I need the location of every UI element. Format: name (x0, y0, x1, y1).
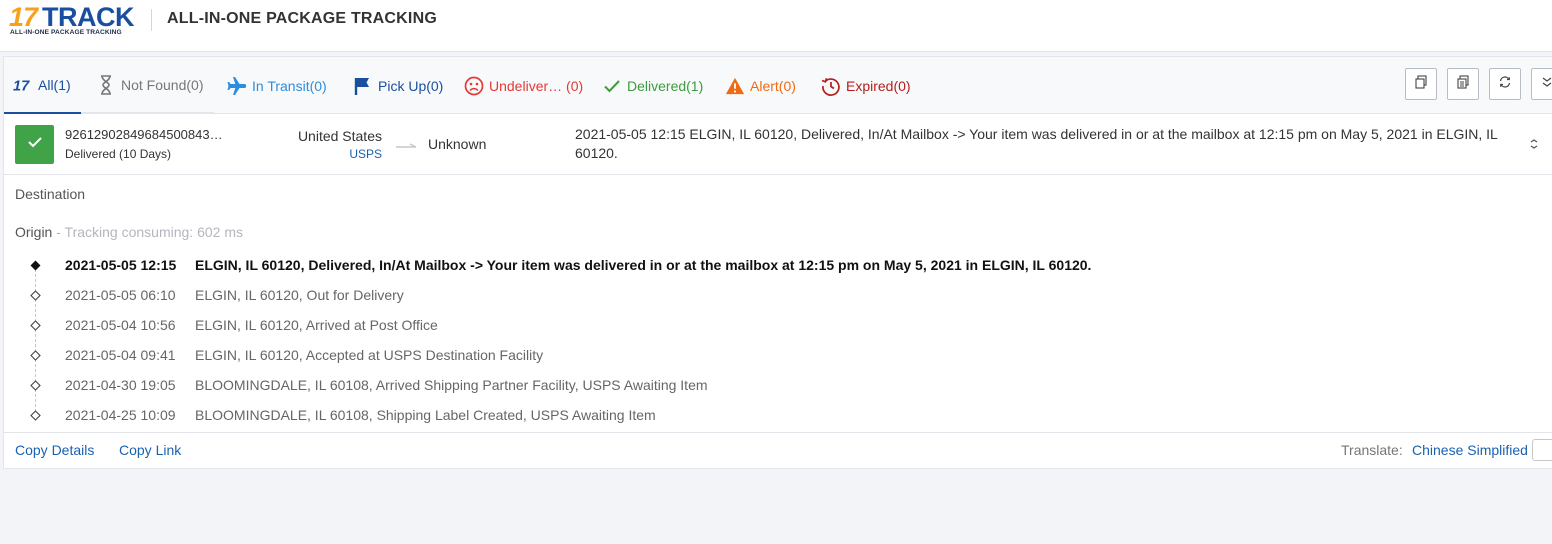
translate-language-select[interactable]: Chinese Simplified (1412, 442, 1528, 458)
tab-in-transit-label: In Transit(0) (252, 77, 327, 94)
tab-delivered-label: Delivered(1) (627, 77, 704, 94)
tab-undelivered-label: Undeliver… (0) (489, 77, 584, 94)
logo-tagline: ALL-IN-ONE PACKAGE TRACKING (10, 29, 122, 36)
app-header: 17 TRACK ALL-IN-ONE PACKAGE TRACKING ALL… (0, 0, 1552, 52)
tab-alert[interactable]: Alert(0) (725, 57, 796, 114)
hollow-diamond-icon (30, 408, 41, 421)
warning-triangle-icon (725, 76, 745, 96)
copy-all-button[interactable] (1447, 68, 1479, 100)
destination-label: Destination (15, 186, 86, 202)
tab-pick-up-label: Pick Up(0) (378, 77, 444, 94)
svg-text:17: 17 (13, 78, 30, 94)
event-description: ELGIN, IL 60120, Accepted at USPS Destin… (195, 347, 544, 363)
route-arrow-icon (396, 138, 418, 156)
translate-toggle[interactable] (1532, 439, 1552, 461)
header-divider (151, 9, 152, 31)
hollow-diamond-icon (30, 378, 41, 391)
collapse-all-button[interactable] (1531, 68, 1552, 100)
translate-label: Translate: (1341, 442, 1403, 458)
tab-alert-label: Alert(0) (750, 77, 796, 94)
tab-all-label: All(1) (38, 76, 71, 93)
copy-all-icon (1456, 74, 1470, 94)
latest-event: 2021-05-05 12:15 ELGIN, IL 60120, Delive… (575, 126, 1498, 161)
copy-details-link[interactable]: Copy Details (15, 442, 94, 458)
hourglass-icon (96, 74, 116, 95)
history-clock-icon (821, 76, 841, 96)
origin-label: Origin (15, 224, 53, 240)
tab-expired[interactable]: Expired(0) (821, 57, 911, 114)
sad-face-icon (464, 76, 484, 96)
copy-link-link[interactable]: Copy Link (119, 442, 181, 458)
airplane-icon (227, 76, 247, 96)
17-logo-icon: 17 (13, 75, 33, 95)
event-description: ELGIN, IL 60120, Arrived at Post Office (195, 317, 438, 333)
tracking-panel: 17 All(1) Not Found(0) In Transit(0) Pic… (3, 56, 1552, 469)
event-time: 2021-05-04 09:41 (65, 347, 176, 363)
chevron-up-icon (1528, 136, 1540, 153)
tracking-number[interactable]: 92612902849684500843… (65, 127, 223, 142)
carrier-link[interactable]: USPS (264, 147, 382, 161)
delivered-status-badge (15, 125, 54, 164)
event-description: BLOOMINGDALE, IL 60108, Shipping Label C… (195, 407, 656, 423)
tab-delivered[interactable]: Delivered(1) (602, 57, 703, 114)
17track-logo[interactable]: 17 TRACK ALL-IN-ONE PACKAGE TRACKING (9, 2, 139, 38)
copy-icon (1414, 74, 1428, 94)
event-description: ELGIN, IL 60120, Out for Delivery (195, 287, 404, 303)
event-description: BLOOMINGDALE, IL 60108, Arrived Shipping… (195, 377, 708, 393)
event-row: 2021-05-05 06:10 ELGIN, IL 60120, Out fo… (4, 280, 1552, 310)
detail-footer: Copy Details Copy Link Translate: Chines… (4, 432, 1552, 470)
event-time: 2021-04-30 19:05 (65, 377, 176, 393)
copy-button[interactable] (1405, 68, 1437, 100)
tab-not-found-label: Not Found(0) (121, 76, 204, 93)
tab-pick-up[interactable]: Pick Up(0) (353, 57, 443, 114)
tab-in-transit[interactable]: In Transit(0) (227, 57, 327, 114)
filled-diamond-icon (30, 258, 41, 271)
collapse-all-icon (1540, 75, 1552, 94)
event-description: ELGIN, IL 60120, Delivered, In/At Mailbo… (195, 257, 1092, 273)
tab-all[interactable]: 17 All(1) (4, 57, 81, 114)
event-row: 2021-05-04 10:56 ELGIN, IL 60120, Arrive… (4, 310, 1552, 340)
event-time: 2021-04-25 10:09 (65, 407, 176, 423)
tab-expired-label: Expired(0) (846, 77, 911, 94)
checkmark-icon (27, 135, 43, 154)
hollow-diamond-icon (30, 288, 41, 301)
origin-country: United States (297, 128, 382, 144)
tracking-consuming: - Tracking consuming: 602 ms (52, 224, 243, 240)
tracking-status: Delivered (10 Days) (65, 147, 172, 161)
hollow-diamond-icon (30, 348, 41, 361)
event-row: 2021-05-05 12:15 ELGIN, IL 60120, Delive… (4, 250, 1552, 280)
tab-not-found[interactable]: Not Found(0) (81, 57, 214, 114)
page-title: ALL-IN-ONE PACKAGE TRACKING (167, 10, 437, 27)
event-time: 2021-05-05 06:10 (65, 287, 176, 303)
collapse-row-button[interactable] (1528, 136, 1544, 152)
refresh-button[interactable] (1489, 68, 1521, 100)
hollow-diamond-icon (30, 318, 41, 331)
event-time: 2021-05-05 12:15 (65, 257, 177, 273)
event-row: 2021-04-30 19:05 BLOOMINGDALE, IL 60108,… (4, 370, 1552, 400)
origin-line: Origin - Tracking consuming: 602 ms (15, 224, 243, 240)
event-time: 2021-05-04 10:56 (65, 317, 176, 333)
event-row: 2021-05-04 09:41 ELGIN, IL 60120, Accept… (4, 340, 1552, 370)
status-tabs: 17 All(1) Not Found(0) In Transit(0) Pic… (4, 57, 1552, 114)
refresh-icon (1498, 75, 1512, 94)
tab-undelivered[interactable]: Undeliver… (0) (464, 57, 583, 114)
flag-icon (353, 76, 373, 96)
event-row: 2021-04-25 10:09 BLOOMINGDALE, IL 60108,… (4, 400, 1552, 430)
shipment-summary-row[interactable]: 92612902849684500843… Delivered (10 Days… (4, 114, 1552, 175)
checkmark-icon (602, 76, 622, 96)
destination-country: Unknown (428, 136, 487, 152)
